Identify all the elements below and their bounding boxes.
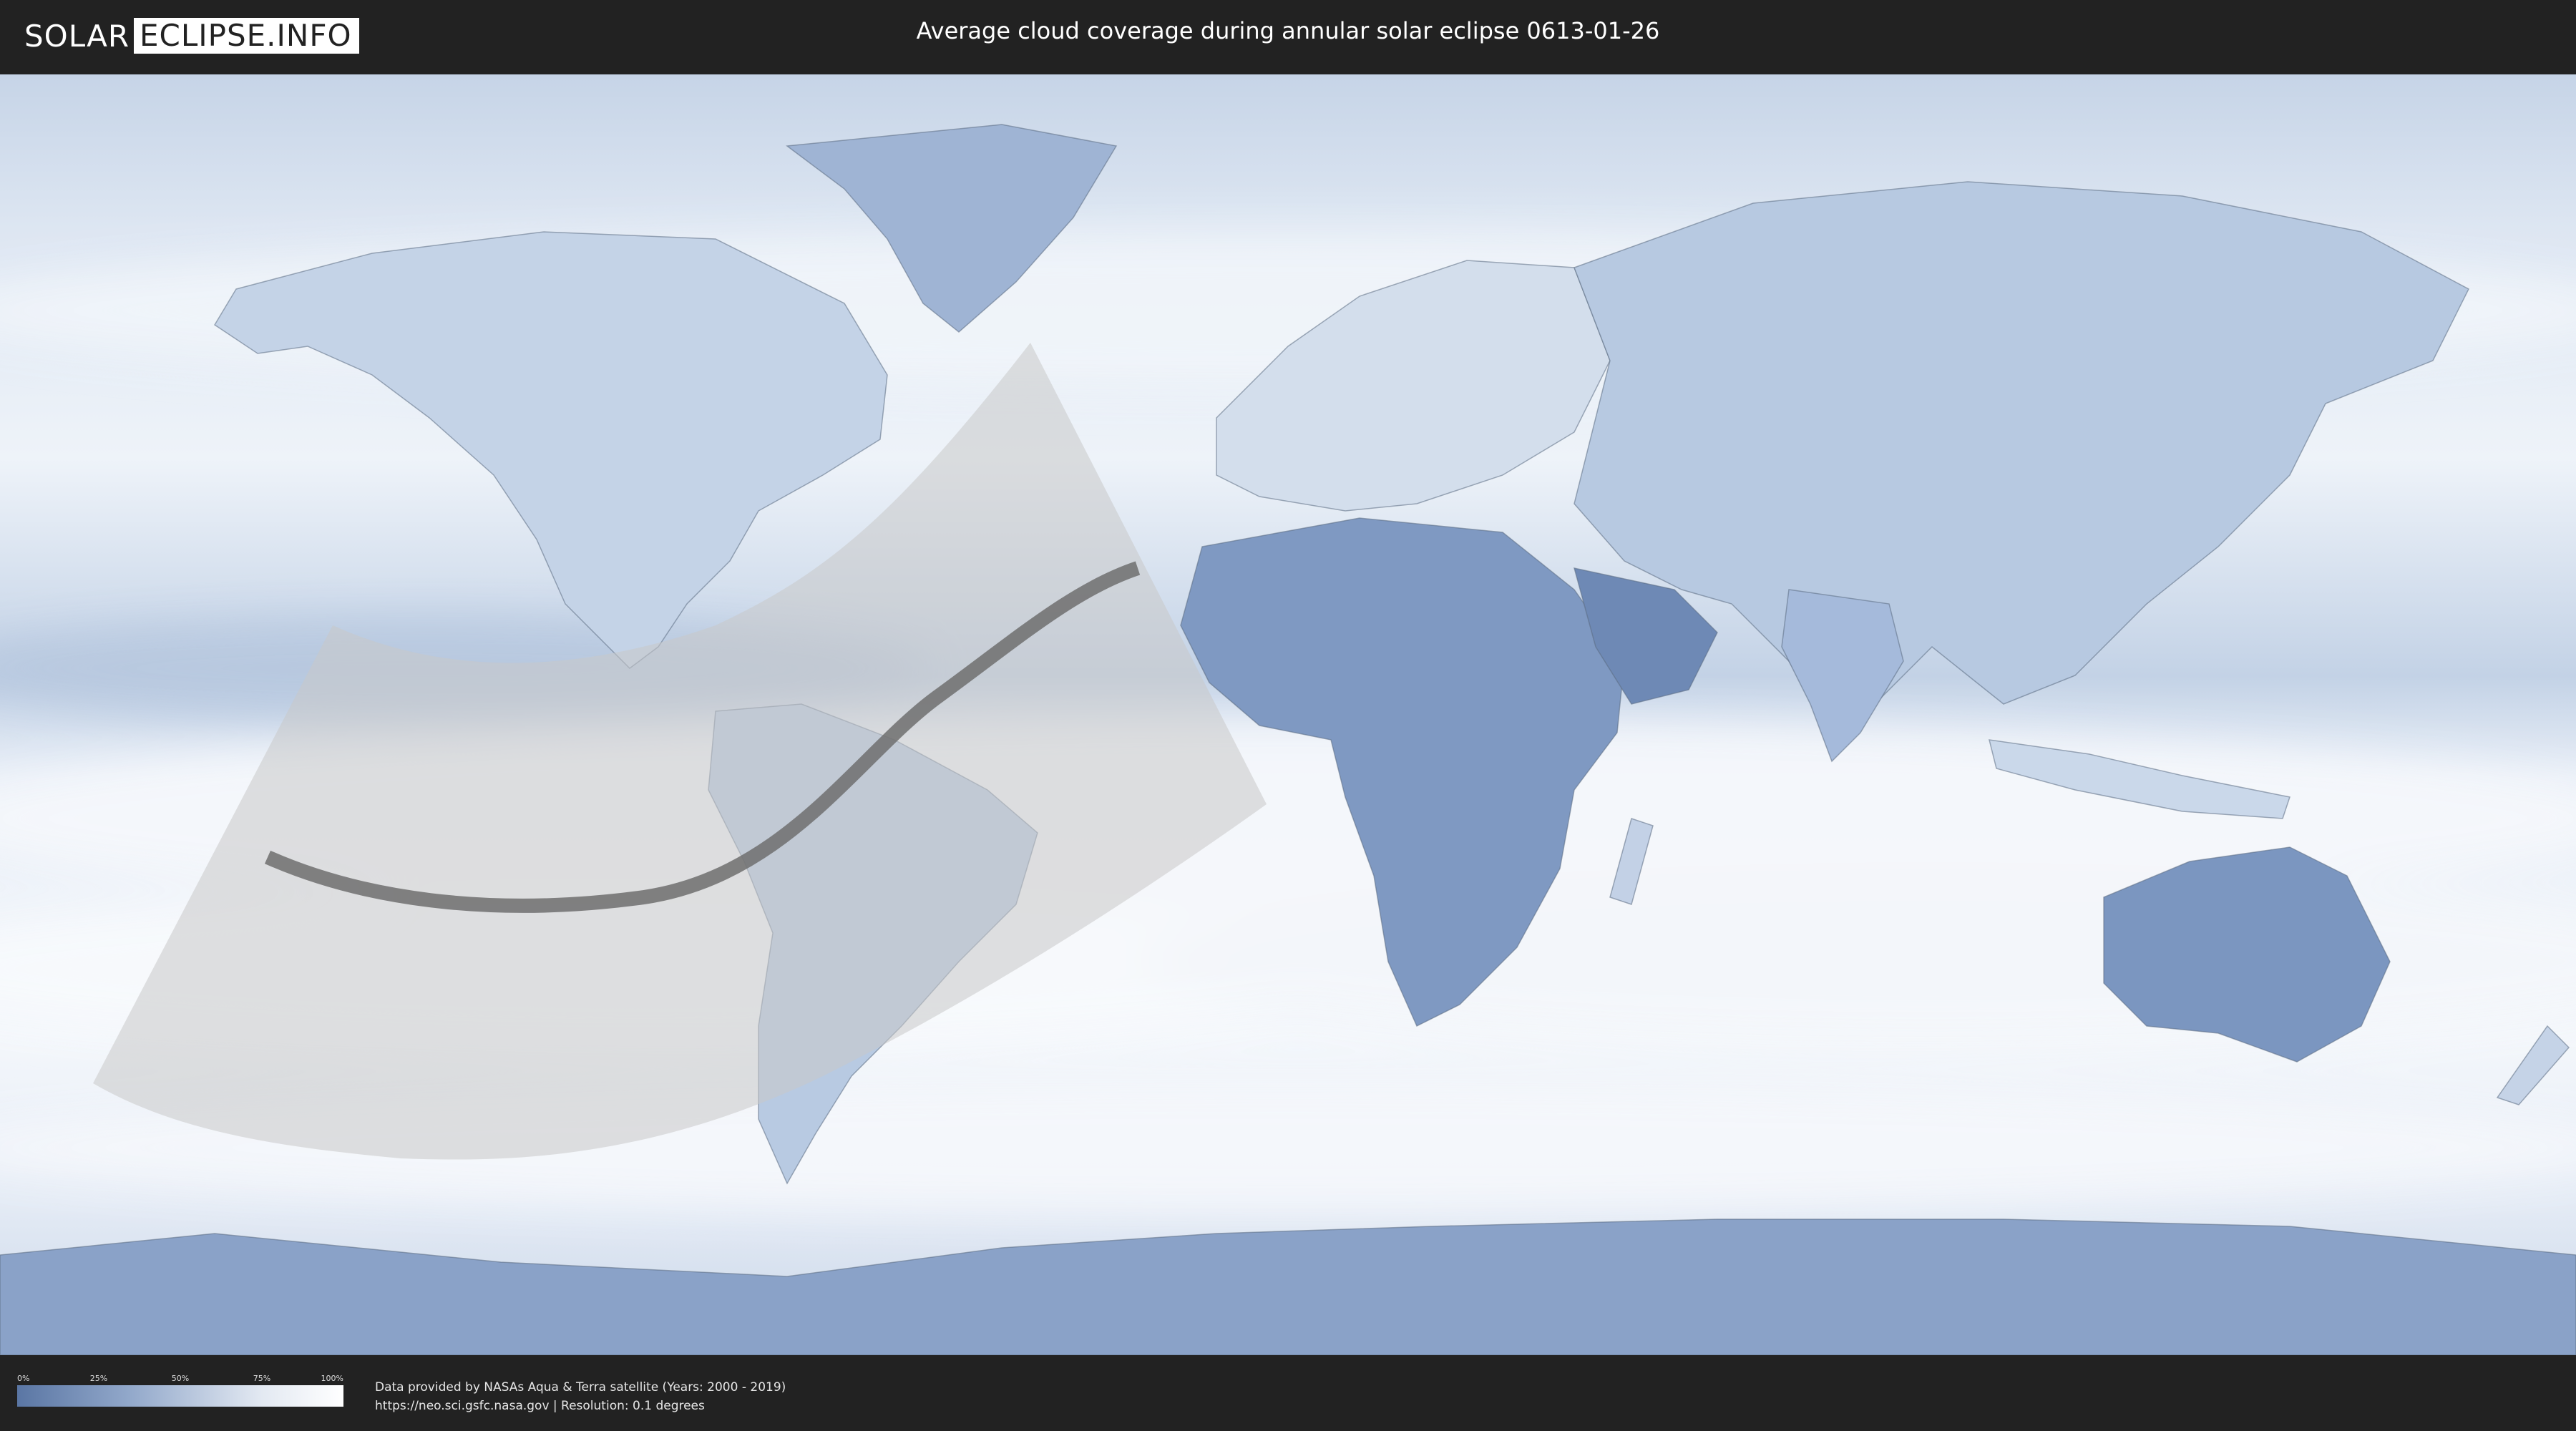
top-bar: SOLAR ECLIPSE.INFO Average cloud coverag… [0, 0, 2576, 72]
bottom-bar: 0% 25% 50% 75% 100% Data provided by NAS… [0, 1357, 2576, 1431]
legend-ticks: 0% 25% 50% 75% 100% [17, 1374, 343, 1385]
legend-tick-25: 25% [89, 1374, 108, 1383]
legend-color-bar [17, 1385, 343, 1407]
cloud-coverage-legend: 0% 25% 50% 75% 100% [17, 1374, 343, 1407]
legend-tick-0: 0% [17, 1374, 30, 1383]
legend-tick-75: 75% [253, 1374, 271, 1383]
legend-tick-100: 100% [321, 1374, 343, 1383]
cloud-coverage-map [0, 74, 2576, 1355]
page-title: Average cloud coverage during annular so… [916, 17, 1660, 44]
credits-line-source: Data provided by NASAs Aqua & Terra sate… [375, 1380, 786, 1395]
credits-line-url: https://neo.sci.gsfc.nasa.gov | Resoluti… [375, 1399, 705, 1413]
world-map-svg [0, 74, 2576, 1355]
legend-tick-50: 50% [171, 1374, 190, 1383]
data-credits: Data provided by NASAs Aqua & Terra sate… [375, 1378, 786, 1415]
